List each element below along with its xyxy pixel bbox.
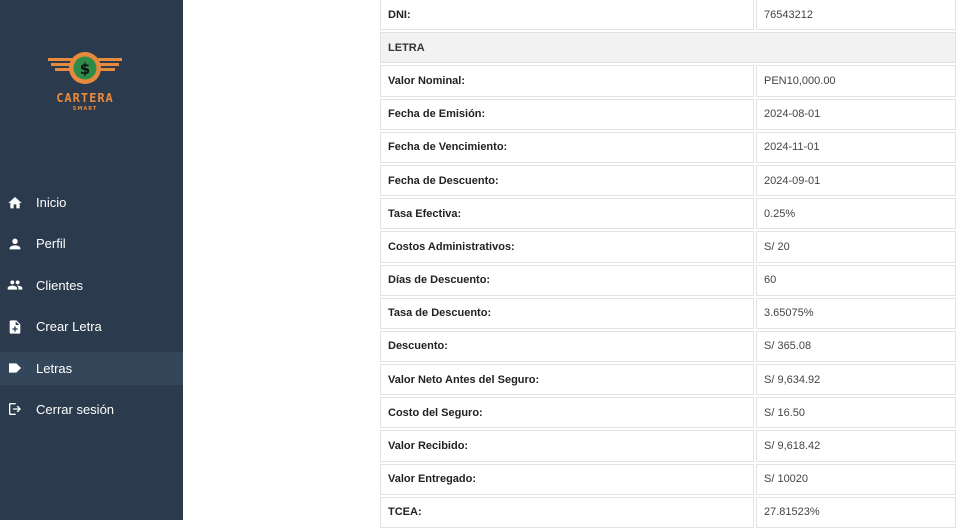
field-label: Días de Descuento: (380, 264, 754, 296)
field-value: PEN10,000.00 (756, 65, 956, 97)
field-value: 3.65075% (756, 297, 956, 329)
field-label: Valor Entregado: (380, 463, 754, 495)
table-row: Valor Neto Antes del Seguro: S/ 9,634.92 (380, 364, 956, 396)
table-row: Valor Entregado: S/ 10020 (380, 463, 956, 495)
section-title: LETRA (380, 32, 956, 64)
field-label: Descuento: (380, 330, 754, 363)
sidebar-item-label: Letras (36, 360, 73, 376)
table-row: Costo del Seguro: S/ 16.50 (380, 397, 956, 429)
logout-icon (7, 401, 23, 417)
table-row: Días de Descuento: 60 (380, 264, 956, 296)
table-row: Fecha de Descuento: 2024-09-01 (380, 164, 956, 197)
sidebar-item-inicio[interactable]: Inicio (0, 186, 183, 219)
field-value: S/ 16.50 (756, 397, 956, 429)
field-label: Costo del Seguro: (380, 397, 754, 429)
sidebar-item-clientes[interactable]: Clientes (0, 269, 183, 302)
sidebar-item-perfil[interactable]: Perfil (0, 227, 183, 260)
table-row: TCEA: 27.81523% (380, 496, 956, 528)
field-value: 60 (756, 264, 956, 296)
field-value: S/ 365.08 (756, 330, 956, 363)
field-label: Fecha de Emisión: (380, 98, 754, 130)
file-plus-icon (7, 319, 23, 335)
table-row: Costos Administrativos: S/ 20 (380, 231, 956, 263)
sidebar-item-label: Crear Letra (36, 319, 102, 335)
letra-detail-table: DNI: 76543212 LETRA Valor Nominal: PEN10… (378, 0, 958, 530)
field-label: Valor Neto Antes del Seguro: (380, 364, 754, 396)
table-row: Fecha de Emisión: 2024-08-01 (380, 98, 956, 130)
field-label: Valor Recibido: (380, 430, 754, 462)
sidebar-item-label: Perfil (36, 236, 66, 252)
sidebar-item-label: Cerrar sesión (36, 401, 115, 417)
table-row: Valor Recibido: S/ 9,618.42 (380, 430, 956, 462)
field-value: S/ 9,618.42 (756, 430, 956, 462)
sidebar-item-crear-letra[interactable]: Crear Letra (0, 310, 183, 343)
field-value: S/ 20 (756, 231, 956, 263)
field-label: Valor Nominal: (380, 65, 754, 97)
person-icon (7, 236, 23, 252)
field-label: TCEA: (380, 496, 754, 528)
app-logo[interactable]: $ CARTERA SMART (40, 50, 130, 125)
table-row: DNI: 76543212 (380, 0, 956, 31)
people-icon (7, 277, 23, 293)
field-value: S/ 9,634.92 (756, 364, 956, 396)
table-row: Valor Nominal: PEN10,000.00 (380, 65, 956, 97)
table-row: Tasa de Descuento: 3.65075% (380, 297, 956, 329)
field-value: 76543212 (756, 0, 956, 31)
main-content: DNI: 76543212 LETRA Valor Nominal: PEN10… (183, 0, 970, 528)
sidebar-item-label: Inicio (36, 195, 67, 210)
table-row: Descuento: S/ 365.08 (380, 330, 956, 363)
field-label: Tasa Efectiva: (380, 198, 754, 230)
field-value: 2024-11-01 (756, 131, 956, 163)
field-label: DNI: (380, 0, 754, 31)
dollar-coin-icon: $ (40, 50, 130, 88)
field-value: S/ 10020 (756, 463, 956, 495)
label-icon (7, 360, 23, 376)
sidebar: $ CARTERA SMART Inicio Perfil Clientes C… (0, 0, 183, 520)
sidebar-item-letras[interactable]: Letras (0, 351, 183, 385)
field-value: 2024-09-01 (756, 164, 956, 197)
sidebar-nav: Inicio Perfil Clientes Crear Letra Letra… (0, 186, 183, 434)
section-header: LETRA (380, 32, 956, 64)
field-label: Fecha de Vencimiento: (380, 131, 754, 163)
table-row: Tasa Efectiva: 0.25% (380, 198, 956, 230)
field-label: Fecha de Descuento: (380, 164, 754, 197)
table-row: Fecha de Vencimiento: 2024-11-01 (380, 131, 956, 163)
field-label: Costos Administrativos: (380, 231, 754, 263)
field-label: Tasa de Descuento: (380, 297, 754, 329)
sidebar-item-cerrar-sesion[interactable]: Cerrar sesión (0, 393, 183, 426)
sidebar-item-label: Clientes (36, 277, 83, 293)
brand-name: CARTERA (56, 91, 114, 105)
field-value: 2024-08-01 (756, 98, 956, 130)
field-value: 27.81523% (756, 496, 956, 528)
brand-subtitle: SMART (72, 106, 98, 112)
home-icon (7, 195, 23, 211)
svg-text:$: $ (80, 60, 90, 78)
field-value: 0.25% (756, 198, 956, 230)
